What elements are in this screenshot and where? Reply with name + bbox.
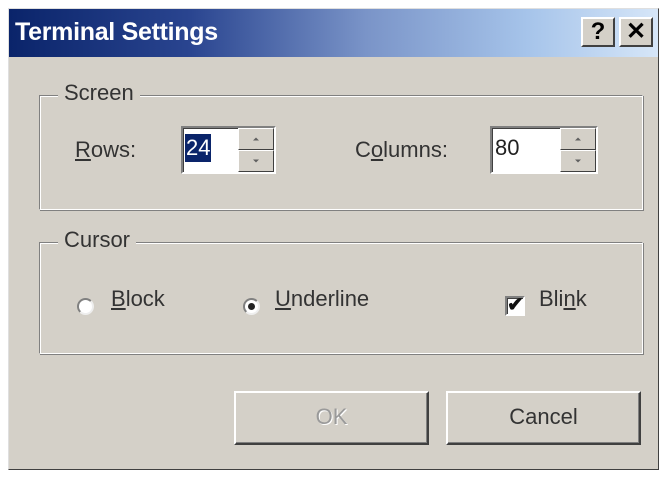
columns-label-text: lumns: xyxy=(383,137,448,162)
screen-group-label: Screen xyxy=(58,80,140,106)
columns-input[interactable]: 80 xyxy=(494,134,520,162)
block-label-text: lock xyxy=(125,286,165,311)
columns-label-pre: C xyxy=(355,137,371,162)
rows-input[interactable]: 24 xyxy=(185,134,212,162)
close-button[interactable]: ✕ xyxy=(619,17,653,47)
rows-label-hotkey: R xyxy=(75,137,91,162)
help-icon: ? xyxy=(590,18,606,45)
blink-checkbox[interactable]: ✔ xyxy=(505,294,525,316)
underline-label-hotkey: U xyxy=(275,286,291,311)
arrow-up-icon xyxy=(253,137,259,141)
checkmark-icon: ✔ xyxy=(507,294,524,316)
dialog-title: Terminal Settings xyxy=(15,18,218,46)
columns-increment-button[interactable] xyxy=(560,128,596,150)
arrow-down-icon xyxy=(575,159,581,163)
columns-decrement-button[interactable] xyxy=(560,150,596,172)
block-label-hotkey: B xyxy=(111,286,126,311)
block-radio[interactable] xyxy=(77,298,94,315)
underline-radio[interactable] xyxy=(243,298,260,315)
block-radio-label[interactable]: Block xyxy=(111,286,165,312)
terminal-settings-dialog: Terminal Settings ? ✕ Screen Rows: 24 Co… xyxy=(8,8,659,470)
arrow-up-icon xyxy=(575,137,581,141)
columns-spinner[interactable]: 80 xyxy=(490,126,598,174)
close-icon: ✕ xyxy=(625,18,647,45)
cancel-button[interactable]: Cancel xyxy=(446,391,641,445)
blink-label-text: k xyxy=(575,286,587,311)
blink-checkbox-label[interactable]: Blink xyxy=(539,286,587,312)
columns-label: Columns: xyxy=(355,137,448,163)
arrow-down-icon xyxy=(253,159,259,163)
underline-label-text: nderline xyxy=(290,286,370,311)
columns-spin-buttons xyxy=(560,128,596,172)
rows-decrement-button[interactable] xyxy=(238,150,274,172)
rows-label: Rows: xyxy=(75,137,136,163)
help-button[interactable]: ? xyxy=(581,17,615,47)
underline-radio-label[interactable]: Underline xyxy=(275,286,369,312)
blink-label-hotkey: n xyxy=(563,286,576,311)
radio-selected-dot xyxy=(248,303,255,310)
ok-button[interactable]: OK xyxy=(234,391,429,445)
blink-label-pre: Bli xyxy=(539,286,564,311)
rows-label-text: ows: xyxy=(90,137,137,162)
title-bar[interactable]: Terminal Settings ? ✕ xyxy=(9,9,658,57)
rows-increment-button[interactable] xyxy=(238,128,274,150)
rows-spinner[interactable]: 24 xyxy=(181,126,276,174)
rows-spin-buttons xyxy=(238,128,274,172)
columns-label-hotkey: o xyxy=(370,137,384,162)
cursor-group-label: Cursor xyxy=(58,227,137,253)
